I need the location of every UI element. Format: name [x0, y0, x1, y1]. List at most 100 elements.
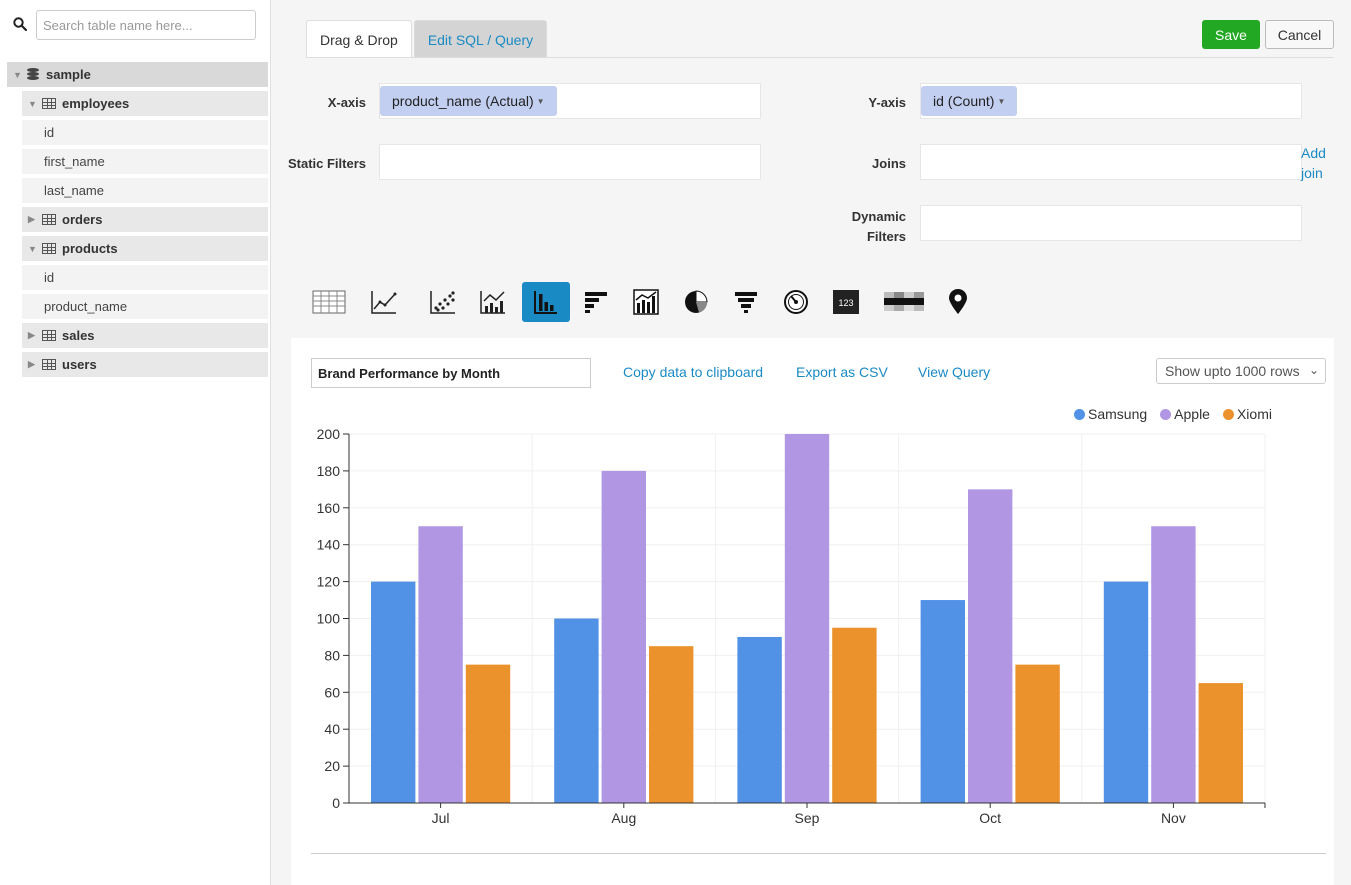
y-axis-pill[interactable]: id (Count) ▼ — [921, 86, 1018, 116]
table-icon — [42, 98, 56, 109]
tree-label: last_name — [44, 183, 104, 198]
bar-chart-icon[interactable] — [522, 282, 570, 322]
search-icon — [6, 10, 34, 38]
caret-down-icon[interactable]: ▼ — [28, 99, 40, 109]
add-join-link[interactable]: Add join — [1301, 143, 1341, 183]
bar-chart: 0 20 40 60 80 100 120 140 160 180 200 Jul Aug Sep Oct N… — [317, 426, 1266, 826]
bar-apple-sep — [784, 434, 830, 803]
tree-label: sales — [62, 328, 95, 343]
search-input[interactable] — [36, 10, 256, 40]
caret-down-icon: ▼ — [536, 96, 545, 106]
pie-chart-icon[interactable] — [672, 282, 720, 322]
database-icon — [27, 68, 39, 81]
tree-database[interactable]: ▼ sample — [7, 62, 268, 87]
tree-table[interactable]: ▶ orders — [22, 207, 268, 232]
bar-apple-jul — [418, 526, 463, 803]
y-tick-label: 160 — [317, 500, 341, 516]
heatmap-icon[interactable] — [880, 282, 928, 322]
tree-label: orders — [62, 212, 103, 227]
table-icon — [42, 214, 56, 225]
y-axis-dropzone[interactable]: id (Count) ▼ — [920, 83, 1302, 119]
y-tick-label: 20 — [324, 758, 340, 774]
y-tick-label: 120 — [317, 574, 341, 590]
bar-apple-nov — [1151, 526, 1196, 803]
chart-panel: Copy data to clipboard Export as CSV Vie… — [291, 338, 1334, 885]
line-chart-icon[interactable] — [360, 282, 408, 322]
static-filters-dropzone[interactable] — [379, 144, 761, 180]
dynamic-filters-label: Dynamic Filters — [851, 209, 906, 244]
y-axis-label: Y-axis — [868, 95, 906, 110]
x-tick-label: Oct — [979, 810, 1001, 826]
bar-samsung-sep — [737, 636, 782, 803]
caret-down-icon[interactable]: ▼ — [28, 244, 40, 254]
caret-right-icon[interactable]: ▶ — [28, 359, 40, 370]
save-button[interactable]: Save — [1202, 20, 1260, 49]
tabs-divider — [306, 57, 1334, 58]
caret-right-icon[interactable]: ▶ — [28, 330, 40, 341]
tree-column[interactable]: first_name — [22, 149, 268, 174]
tree-column[interactable]: product_name — [22, 294, 268, 319]
table-icon — [42, 359, 56, 370]
y-tick-label: 80 — [324, 647, 340, 663]
caret-down-icon: ▼ — [997, 96, 1006, 106]
caret-right-icon[interactable]: ▶ — [28, 214, 40, 225]
tab-drag-drop[interactable]: Drag & Drop — [306, 20, 412, 58]
dynamic-filters-dropzone[interactable] — [920, 205, 1302, 241]
tree-label: employees — [62, 96, 130, 111]
tree-label: products — [62, 241, 118, 256]
x-tick-label: Aug — [611, 810, 636, 826]
y-axis-pill-label: id (Count) — [933, 93, 995, 109]
tree-table[interactable]: ▼ products — [22, 236, 268, 261]
panel-divider — [311, 853, 1326, 854]
tree-table[interactable]: ▶ users — [22, 352, 268, 377]
y-tick-label: 0 — [332, 795, 340, 811]
table-search — [6, 10, 256, 40]
y-tick-label: 180 — [317, 463, 341, 479]
funnel-chart-icon[interactable] — [722, 282, 770, 322]
bar-xiomi-oct — [1015, 664, 1060, 803]
y-tick-label: 140 — [317, 537, 341, 553]
x-axis-pill-label: product_name (Actual) — [392, 93, 534, 109]
line-bar-combo-icon[interactable] — [469, 282, 517, 322]
editor-tabs: Drag & Drop Edit SQL / Query — [306, 20, 548, 58]
table-icon — [42, 330, 56, 341]
sidebar: ▼ sample ▼ employees id first_name last_name ▶ o… — [0, 0, 271, 885]
x-tick-label: Nov — [1161, 810, 1186, 826]
horizontal-bar-chart-icon[interactable] — [572, 282, 620, 322]
tree-table[interactable]: ▶ sales — [22, 323, 268, 348]
static-filters-label: Static Filters — [287, 156, 366, 171]
cancel-button[interactable]: Cancel — [1265, 20, 1334, 49]
tree-column[interactable]: id — [22, 120, 268, 145]
tree-label: sample — [46, 67, 91, 82]
bar-xiomi-jul — [465, 664, 511, 803]
caret-down-icon[interactable]: ▼ — [13, 70, 25, 80]
x-tick-label: Jul — [432, 810, 450, 826]
area-bar-chart-icon[interactable] — [622, 282, 670, 322]
tree-column[interactable]: last_name — [22, 178, 268, 203]
scatter-chart-icon[interactable] — [419, 282, 467, 322]
y-tick-label: 200 — [317, 426, 341, 442]
gauge-chart-icon[interactable] — [772, 282, 820, 322]
x-tick-label: Sep — [795, 810, 820, 826]
bar-xiomi-aug — [649, 646, 694, 803]
tree-label: id — [44, 270, 55, 285]
tree-label: id — [44, 125, 55, 140]
x-axis-dropzone[interactable]: product_name (Actual) ▼ — [379, 83, 761, 119]
y-tick-label: 40 — [324, 721, 340, 737]
y-tick-label: 100 — [317, 611, 341, 627]
y-tick-label: 60 — [324, 684, 340, 700]
number-card-text: 123 — [838, 298, 853, 308]
x-axis-label: X-axis — [327, 95, 366, 110]
tab-edit-sql[interactable]: Edit SQL / Query — [413, 20, 548, 58]
tree-table[interactable]: ▼ employees — [22, 91, 268, 116]
table-icon — [42, 243, 56, 254]
x-axis-pill[interactable]: product_name (Actual) ▼ — [380, 86, 557, 116]
joins-dropzone[interactable] — [920, 144, 1302, 180]
map-pin-icon[interactable] — [934, 282, 982, 322]
tree-column[interactable]: id — [22, 265, 268, 290]
number-card-icon[interactable]: 123 — [822, 282, 870, 322]
tree-label: users — [62, 357, 97, 372]
schema-tree: ▼ sample ▼ employees id first_name last_name ▶ o… — [7, 62, 268, 381]
bar-apple-aug — [601, 470, 646, 803]
table-view-icon[interactable] — [305, 282, 353, 322]
